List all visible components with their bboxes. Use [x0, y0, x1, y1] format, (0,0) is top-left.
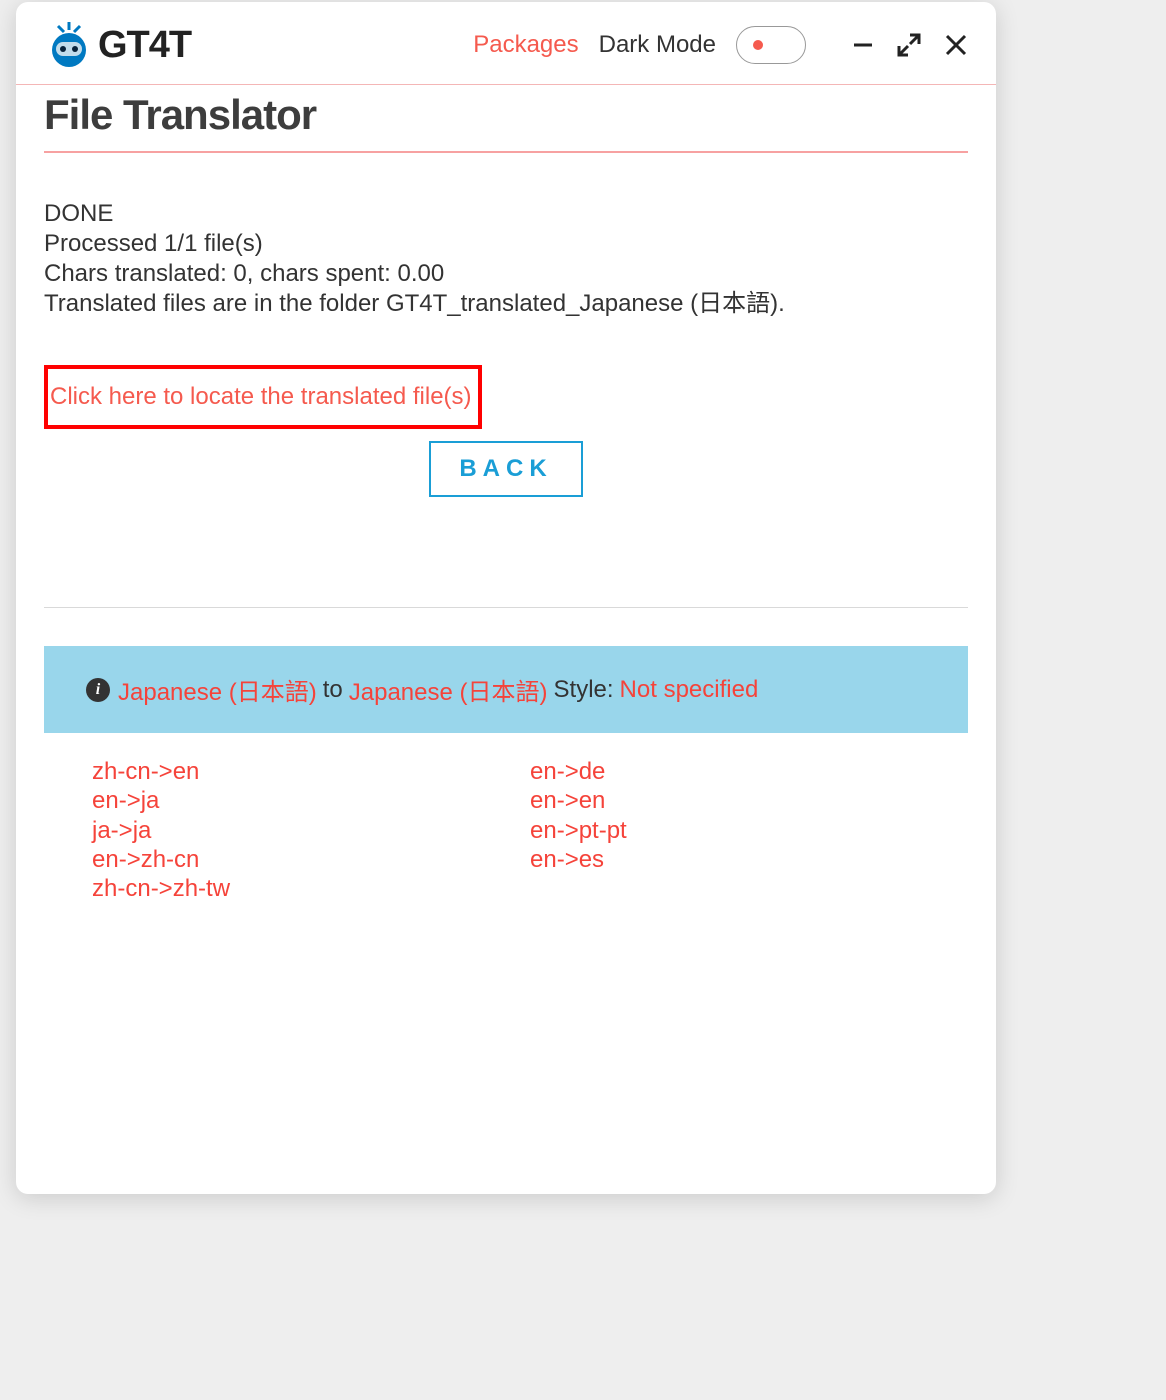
page-title: File Translator — [44, 91, 968, 139]
toggle-knob — [753, 40, 763, 50]
lang-pair[interactable]: en->zh-cn — [92, 845, 530, 874]
lang-pair[interactable]: en->es — [530, 845, 968, 874]
status-block: DONE Processed 1/1 file(s) Chars transla… — [44, 199, 968, 319]
lang-pair[interactable]: en->ja — [92, 786, 530, 815]
minimize-icon[interactable] — [852, 34, 874, 56]
locate-files-link[interactable]: Click here to locate the translated file… — [50, 383, 472, 410]
lang-pair[interactable]: en->pt-pt — [530, 816, 968, 845]
header: GT4T Packages Dark Mode — [16, 2, 996, 85]
app-window: GT4T Packages Dark Mode — [16, 2, 996, 1194]
header-right: Packages Dark Mode — [473, 26, 968, 64]
lang-pair[interactable]: zh-cn->en — [92, 757, 530, 786]
robot-icon — [44, 20, 94, 70]
to-label: to — [323, 676, 343, 704]
divider-pink — [44, 151, 968, 153]
lang-pairs-right: en->de en->en en->pt-pt en->es — [530, 757, 968, 903]
style-link[interactable]: Not specified — [620, 676, 759, 704]
lang-pair[interactable]: zh-cn->zh-tw — [92, 874, 530, 903]
language-info-bar: i Japanese (日本語) to Japanese (日本語) Style… — [44, 646, 968, 733]
lang-pairs-left: zh-cn->en en->ja ja->ja en->zh-cn zh-cn-… — [92, 757, 530, 903]
status-processed: Processed 1/1 file(s) — [44, 229, 968, 259]
logo: GT4T — [44, 20, 191, 70]
divider-light — [44, 607, 968, 608]
content: File Translator DONE Processed 1/1 file(… — [16, 91, 996, 903]
back-button-wrap: BACK — [44, 441, 968, 497]
status-chars: Chars translated: 0, chars spent: 0.00 — [44, 259, 968, 289]
lang-pairs: zh-cn->en en->ja ja->ja en->zh-cn zh-cn-… — [44, 757, 968, 903]
window-controls — [852, 32, 968, 58]
dark-mode-toggle[interactable] — [736, 26, 806, 64]
info-icon: i — [86, 678, 110, 702]
close-icon[interactable] — [944, 33, 968, 57]
status-done: DONE — [44, 199, 968, 229]
lang-pair[interactable]: ja->ja — [92, 816, 530, 845]
status-folder: Translated files are in the folder GT4T_… — [44, 289, 968, 319]
style-label: Style: — [554, 676, 614, 704]
packages-link[interactable]: Packages — [473, 31, 578, 59]
back-button[interactable]: BACK — [429, 441, 582, 497]
source-lang-link[interactable]: Japanese (日本語) — [118, 672, 317, 707]
target-lang-link[interactable]: Japanese (日本語) — [349, 672, 548, 707]
locate-highlight-box: Click here to locate the translated file… — [44, 365, 482, 429]
dark-mode-label: Dark Mode — [599, 31, 716, 59]
logo-text: GT4T — [98, 24, 191, 67]
maximize-icon[interactable] — [896, 32, 922, 58]
lang-pair[interactable]: en->de — [530, 757, 968, 786]
lang-pair[interactable]: en->en — [530, 786, 968, 815]
